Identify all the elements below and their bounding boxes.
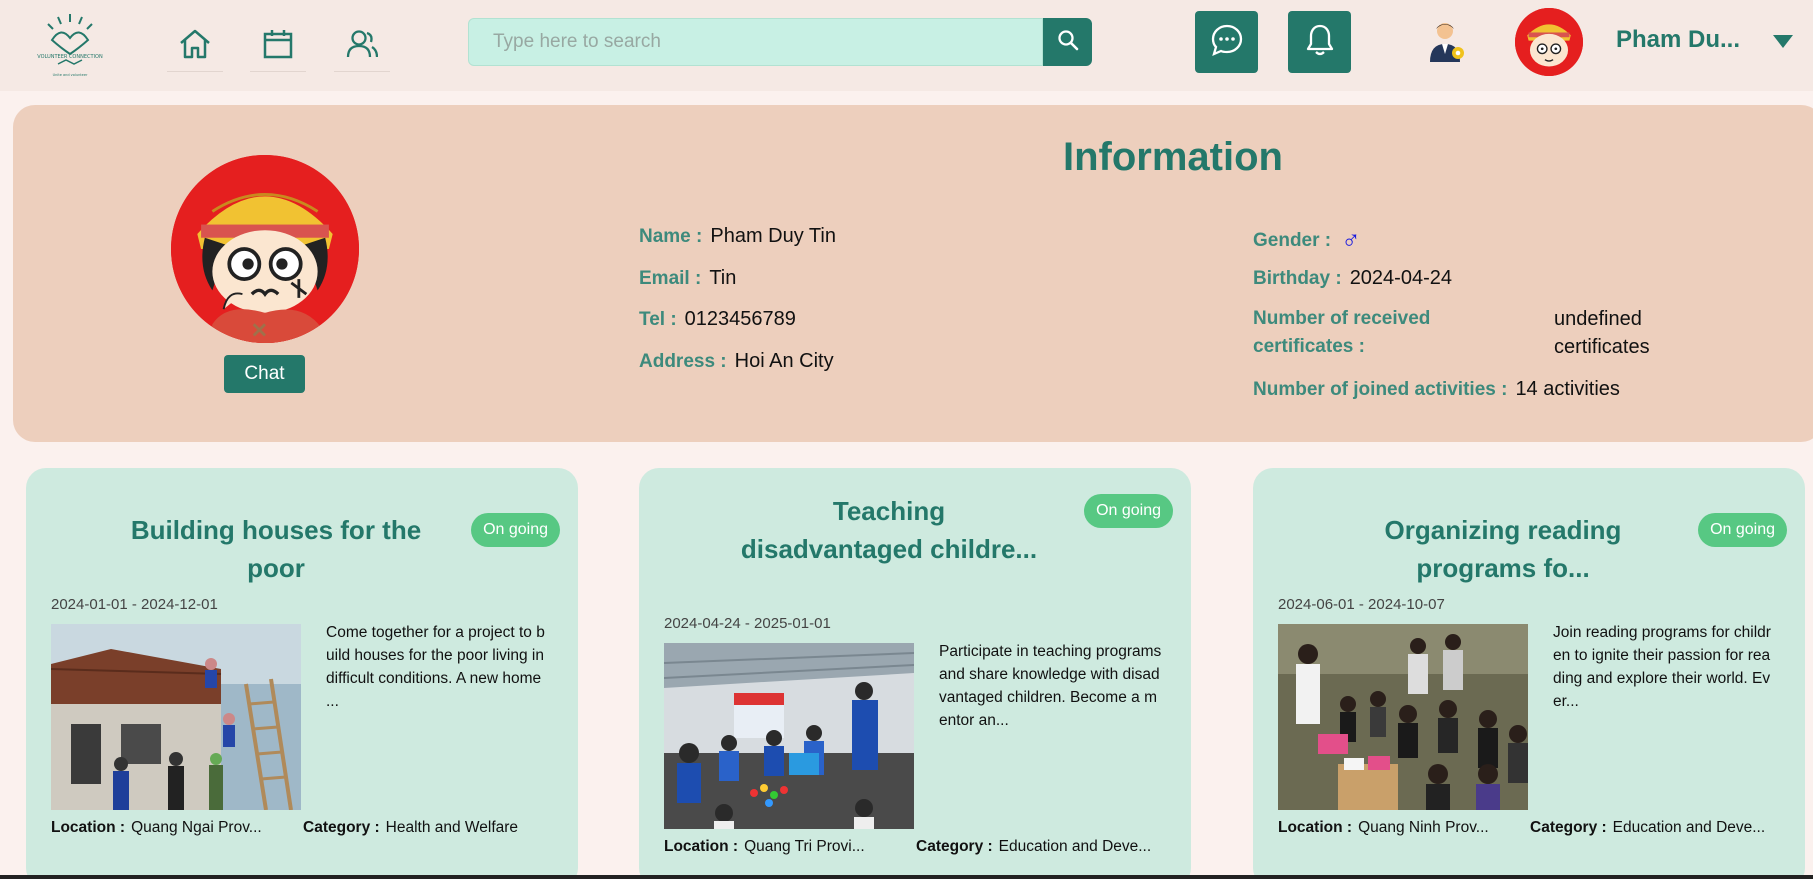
activity-dates: 2024-01-01 - 2024-12-01	[51, 596, 218, 613]
category-label: Category :	[303, 819, 380, 836]
category-label: Category :	[1530, 819, 1607, 836]
activity-title[interactable]: Building houses for the poor	[126, 511, 426, 587]
activity-description: Join reading programs for children to ig…	[1553, 624, 1771, 710]
chevron-down-icon[interactable]	[1773, 35, 1793, 48]
nav-calendar[interactable]	[250, 20, 306, 72]
category-value: Health and Welfare	[385, 819, 519, 836]
calendar-icon	[263, 29, 293, 63]
nav-home[interactable]	[167, 20, 223, 72]
status-badge: On going	[1698, 513, 1787, 547]
location-value: Quang Ngai Prov...	[131, 819, 262, 836]
messages-button[interactable]	[1195, 11, 1258, 73]
tel-field: Tel : 0123456789	[639, 308, 796, 331]
nav-users[interactable]	[334, 20, 390, 72]
location-value: Quang Ninh Prov...	[1358, 819, 1489, 836]
gender-field: Gender : ♂	[1253, 225, 1361, 256]
activity-image[interactable]	[1278, 624, 1528, 810]
volunteer-connection-logo[interactable]: VOLUNTEER CONNECTION Unite and volunteer	[34, 8, 106, 80]
activity-description: Participate in teaching programs and sha…	[939, 643, 1162, 729]
name-field: Name : Pham Duy Tin	[639, 225, 836, 248]
activity-location: Location : Quang Tri Provi...	[664, 838, 865, 856]
name-label: Name :	[639, 226, 703, 247]
activity-card[interactable]: Building houses for the poor On going 20…	[26, 468, 578, 879]
activity-card[interactable]: Teaching disadvantaged childre... On goi…	[639, 468, 1191, 879]
search-input[interactable]	[469, 19, 1042, 65]
activity-location: Location : Quang Ninh Prov...	[1278, 819, 1489, 837]
activity-card[interactable]: Organizing reading programs fo... On goi…	[1253, 468, 1805, 879]
user-display-name[interactable]: Pham Du...	[1616, 26, 1740, 54]
location-value: Quang Tri Provi...	[744, 838, 865, 855]
category-label: Category :	[916, 838, 993, 855]
activity-description: Come together for a project to build hou…	[326, 624, 545, 710]
address-label: Address :	[639, 351, 727, 372]
activity-dates: 2024-04-24 - 2025-01-01	[664, 615, 831, 632]
activity-category: Category : Health and Welfare	[303, 819, 518, 837]
tel-value: 0123456789	[684, 308, 796, 330]
activity-dates: 2024-06-01 - 2024-10-07	[1278, 596, 1445, 613]
status-badge: On going	[471, 513, 560, 547]
tel-label: Tel :	[639, 309, 677, 330]
activity-category: Category : Education and Deve...	[916, 838, 1151, 856]
top-navbar: VOLUNTEER CONNECTION Unite and volunteer	[0, 0, 1813, 91]
window-bottom-edge	[0, 875, 1813, 879]
location-label: Location :	[51, 819, 126, 836]
svg-text:Unite and volunteer: Unite and volunteer	[53, 73, 88, 77]
activity-category: Category : Education and Deve...	[1530, 819, 1765, 837]
address-value: Hoi An City	[734, 350, 834, 372]
profile-avatar	[171, 155, 359, 343]
location-label: Location :	[1278, 819, 1353, 836]
activity-location: Location : Quang Ngai Prov...	[51, 819, 262, 837]
address-field: Address : Hoi An City	[639, 350, 834, 373]
email-value: Tin	[709, 267, 737, 289]
activities-label: Number of joined activities :	[1253, 379, 1508, 400]
category-value: Education and Deve...	[998, 838, 1152, 855]
birthday-field: Birthday : 2024-04-24	[1253, 267, 1452, 290]
category-value: Education and Deve...	[1612, 819, 1766, 836]
notifications-button[interactable]	[1288, 11, 1351, 73]
location-label: Location :	[664, 838, 739, 855]
search-button[interactable]	[1043, 18, 1092, 66]
birthday-label: Birthday :	[1253, 268, 1342, 289]
bell-icon	[1305, 23, 1335, 61]
svg-text:VOLUNTEER CONNECTION: VOLUNTEER CONNECTION	[37, 54, 103, 60]
activity-title[interactable]: Organizing reading programs fo...	[1353, 511, 1653, 587]
activity-title[interactable]: Teaching disadvantaged childre...	[739, 492, 1039, 568]
activities-value: 14 activities	[1515, 378, 1620, 400]
search-icon	[1057, 29, 1079, 55]
admin-profile-icon[interactable]	[1427, 20, 1467, 64]
activities-field: Number of joined activities : 14 activiti…	[1253, 378, 1620, 401]
activity-image[interactable]	[664, 643, 914, 829]
email-label: Email :	[639, 268, 702, 289]
birthday-value: 2024-04-24	[1349, 267, 1452, 289]
home-icon	[178, 28, 212, 64]
activity-image[interactable]	[51, 624, 301, 810]
email-field: Email : Tin	[639, 267, 736, 290]
search-bar	[468, 18, 1043, 66]
profile-info-panel: Chat Information Name : Pham Duy Tin Emai…	[13, 105, 1813, 442]
user-avatar[interactable]	[1515, 8, 1583, 76]
gender-label: Gender :	[1253, 229, 1332, 251]
certificates-label: Number of received certificates :	[1253, 308, 1431, 357]
name-value: Pham Duy Tin	[710, 225, 836, 247]
certificates-value: undefined certificates	[1554, 308, 1650, 358]
chat-button[interactable]: Chat	[224, 355, 305, 393]
male-symbol-icon: ♂	[1341, 225, 1361, 255]
info-title: Information	[1063, 135, 1283, 179]
chat-bubble-icon	[1210, 23, 1244, 61]
status-badge: On going	[1084, 494, 1173, 528]
users-icon	[346, 29, 379, 63]
